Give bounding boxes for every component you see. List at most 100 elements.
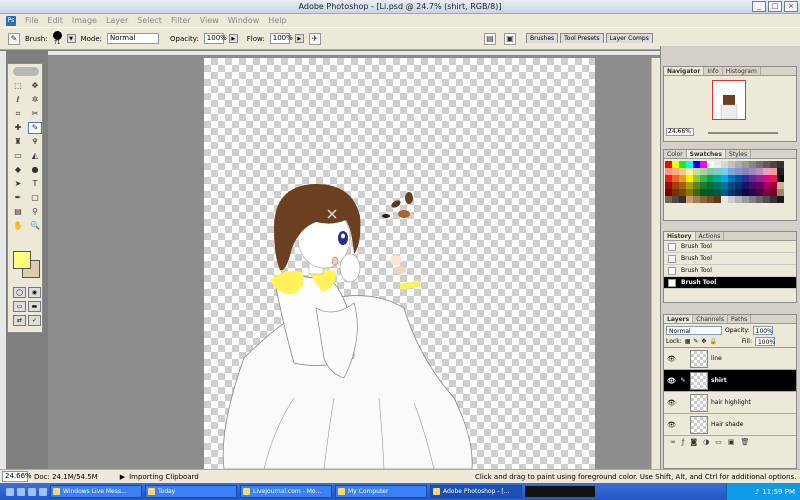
zoom-tool-icon[interactable]: 🔍 — [28, 220, 42, 232]
color-swatch[interactable] — [714, 175, 721, 182]
pen-tool-icon[interactable]: ✒ — [11, 192, 25, 204]
visibility-eye-icon[interactable]: 👁 — [667, 355, 676, 363]
color-swatch[interactable] — [742, 182, 749, 189]
blur-tool-icon[interactable]: ◆ — [11, 164, 25, 176]
type-tool-icon[interactable]: T — [28, 178, 42, 190]
magic-wand-tool-icon[interactable]: ✲ — [28, 94, 42, 106]
new-layer-icon[interactable]: ▣ — [728, 438, 735, 446]
lasso-tool-icon[interactable]: ℓ — [11, 94, 25, 106]
link-layers-icon[interactable]: ∞ — [670, 438, 676, 446]
brush-preset-icon[interactable]: ✎ — [8, 32, 20, 45]
menu-filter[interactable]: Filter — [171, 16, 191, 25]
color-swatch[interactable] — [735, 161, 742, 168]
color-swatch[interactable] — [728, 161, 735, 168]
menu-file[interactable]: File — [25, 16, 38, 25]
swatch-grid[interactable] — [665, 161, 784, 203]
color-swatch[interactable] — [777, 175, 784, 182]
crop-tool-icon[interactable]: ⌗ — [11, 108, 25, 120]
color-swatch[interactable] — [707, 196, 714, 203]
quicklaunch-media-icon[interactable] — [28, 487, 36, 496]
menu-window[interactable]: Window — [228, 16, 260, 25]
maximize-button[interactable]: □ — [768, 1, 782, 12]
vertical-scrollbar[interactable] — [651, 58, 660, 469]
tab-info[interactable]: Info — [704, 67, 723, 75]
tab-brushes[interactable]: Brushes — [526, 33, 559, 43]
tab-channels[interactable]: Channels — [693, 315, 728, 323]
visibility-eye-icon[interactable]: 👁 — [667, 421, 676, 429]
color-swatch[interactable] — [742, 161, 749, 168]
brush-tool-icon[interactable]: ✎ — [28, 122, 42, 134]
color-swatch[interactable] — [700, 189, 707, 196]
color-swatch[interactable] — [665, 182, 672, 189]
screen-mode-icon[interactable]: ▭ — [13, 301, 26, 312]
color-swatch[interactable] — [721, 175, 728, 182]
color-swatch[interactable] — [714, 196, 721, 203]
layer-row[interactable]: 👁 hair highlight — [664, 392, 796, 414]
color-swatch[interactable] — [672, 175, 679, 182]
tab-navigator[interactable]: Navigator — [664, 67, 705, 75]
color-swatch[interactable] — [777, 189, 784, 196]
history-item[interactable]: Brush Tool — [664, 253, 796, 265]
taskbar-item-today[interactable]: Today — [145, 485, 237, 498]
status-zoom-field[interactable]: 24.66% — [2, 471, 32, 482]
color-swatch[interactable] — [728, 189, 735, 196]
new-group-icon[interactable]: ▭ — [715, 438, 722, 446]
color-swatch[interactable] — [714, 189, 721, 196]
airbrush-icon[interactable]: ✈ — [308, 32, 321, 45]
hand-tool-icon[interactable]: ✋ — [11, 220, 25, 232]
tab-tool-presets[interactable]: Tool Presets — [560, 33, 604, 43]
tab-layers[interactable]: Layers — [664, 315, 694, 323]
color-swatch[interactable] — [707, 161, 714, 168]
quick-mask-icon[interactable]: ◉ — [28, 287, 41, 298]
color-swatch[interactable] — [686, 168, 693, 175]
color-swatch[interactable] — [763, 161, 770, 168]
history-item[interactable]: Brush Tool — [664, 241, 796, 253]
flow-field[interactable]: 100% — [269, 33, 293, 44]
color-swatch[interactable] — [777, 168, 784, 175]
color-swatch[interactable] — [700, 196, 707, 203]
color-swatch[interactable] — [686, 161, 693, 168]
visibility-eye-icon[interactable]: 👁 — [667, 399, 676, 407]
history-item[interactable]: Brush Tool — [664, 265, 796, 277]
dodge-tool-icon[interactable]: ● — [28, 164, 42, 176]
color-swatch[interactable] — [693, 161, 700, 168]
quicklaunch-ie-icon[interactable] — [6, 487, 14, 496]
jump-to-imageready-icon[interactable]: ⇄ — [13, 315, 26, 326]
color-swatch[interactable] — [777, 196, 784, 203]
opacity-field[interactable]: 100% — [203, 33, 227, 44]
menu-image[interactable]: Image — [72, 16, 97, 25]
color-swatch[interactable] — [707, 168, 714, 175]
menu-help[interactable]: Help — [268, 16, 286, 25]
layer-row[interactable]: 👁 Hair shade — [664, 414, 796, 436]
quicklaunch-desktop-icon[interactable] — [17, 487, 25, 496]
tab-paths[interactable]: Paths — [728, 315, 752, 323]
tab-color[interactable]: Color — [664, 150, 687, 158]
color-swatch[interactable] — [700, 161, 707, 168]
color-swatch[interactable] — [693, 175, 700, 182]
lock-image-icon[interactable]: ✎ — [693, 338, 698, 345]
color-swatch[interactable] — [672, 182, 679, 189]
blend-mode-select[interactable]: Normal — [666, 325, 722, 335]
paint-bucket-tool-icon[interactable]: ◭ — [28, 150, 42, 162]
opacity-slider-button[interactable]: ▶ — [228, 34, 238, 43]
color-swatch[interactable] — [665, 175, 672, 182]
navigator-zoom-field[interactable]: 24.66% — [666, 128, 694, 136]
layer-style-icon[interactable]: ƒ — [682, 438, 684, 446]
lock-position-icon[interactable]: ✥ — [701, 338, 706, 345]
close-button[interactable]: × — [784, 1, 798, 12]
color-swatch[interactable] — [756, 196, 763, 203]
color-swatch[interactable] — [742, 189, 749, 196]
palette-toggle-icon[interactable]: ▣ — [504, 33, 516, 45]
color-swatch[interactable] — [686, 196, 693, 203]
marquee-tool-icon[interactable]: ⬚ — [11, 80, 25, 92]
color-swatch[interactable] — [777, 182, 784, 189]
color-swatch[interactable] — [756, 175, 763, 182]
color-swatch[interactable] — [735, 168, 742, 175]
color-swatch[interactable] — [749, 196, 756, 203]
color-swatch[interactable] — [735, 182, 742, 189]
menu-edit[interactable]: Edit — [47, 16, 63, 25]
color-swatch[interactable] — [679, 182, 686, 189]
checkmark-icon[interactable]: ✓ — [28, 315, 41, 326]
path-selection-tool-icon[interactable]: ➤ — [11, 178, 25, 190]
layer-mask-icon[interactable]: ◙ — [690, 438, 697, 446]
